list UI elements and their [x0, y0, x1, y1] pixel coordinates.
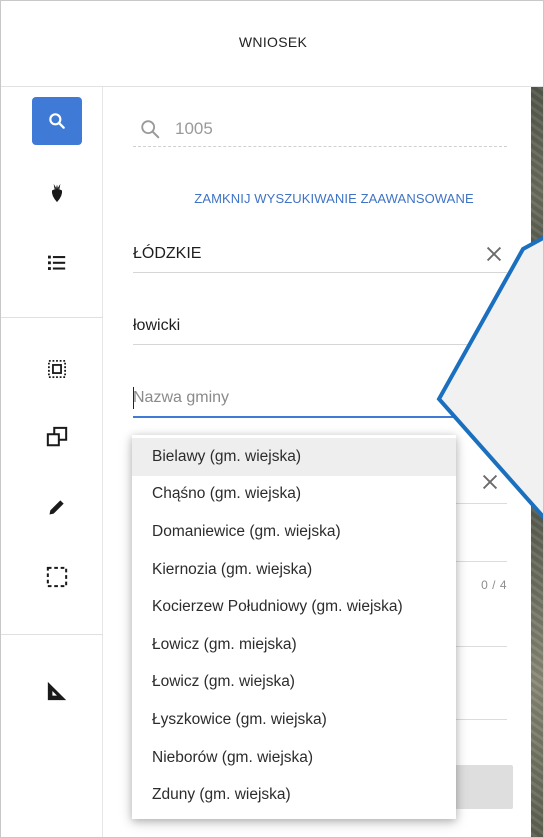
dropdown-option[interactable]: Domaniewice (gm. wiejska): [132, 513, 456, 551]
dropdown-option[interactable]: Bielawy (gm. wiejska): [132, 438, 456, 476]
dropdown-option[interactable]: Chąśno (gm. wiejska): [132, 476, 456, 514]
dropdown-option[interactable]: Łyszkowice (gm. wiejska): [132, 701, 456, 739]
dropdown-option[interactable]: Zduny (gm. wiejska): [132, 776, 456, 814]
dropdown-option[interactable]: Łowicz (gm. wiejska): [132, 664, 456, 702]
dropdown-option[interactable]: Kocierzew Południowy (gm. wiejska): [132, 588, 456, 626]
app-window: WNIOSEK 1005 ZAMKNIJ WYSZUKIWANIE ZAAWAN…: [0, 0, 544, 838]
dropdown-option[interactable]: Nieborów (gm. wiejska): [132, 739, 456, 777]
dropdown-option[interactable]: Kiernozia (gm. wiejska): [132, 551, 456, 589]
dropdown-option[interactable]: Łowicz (gm. miejska): [132, 626, 456, 664]
commune-dropdown: Bielawy (gm. wiejska) Chąśno (gm. wiejsk…: [132, 435, 456, 819]
